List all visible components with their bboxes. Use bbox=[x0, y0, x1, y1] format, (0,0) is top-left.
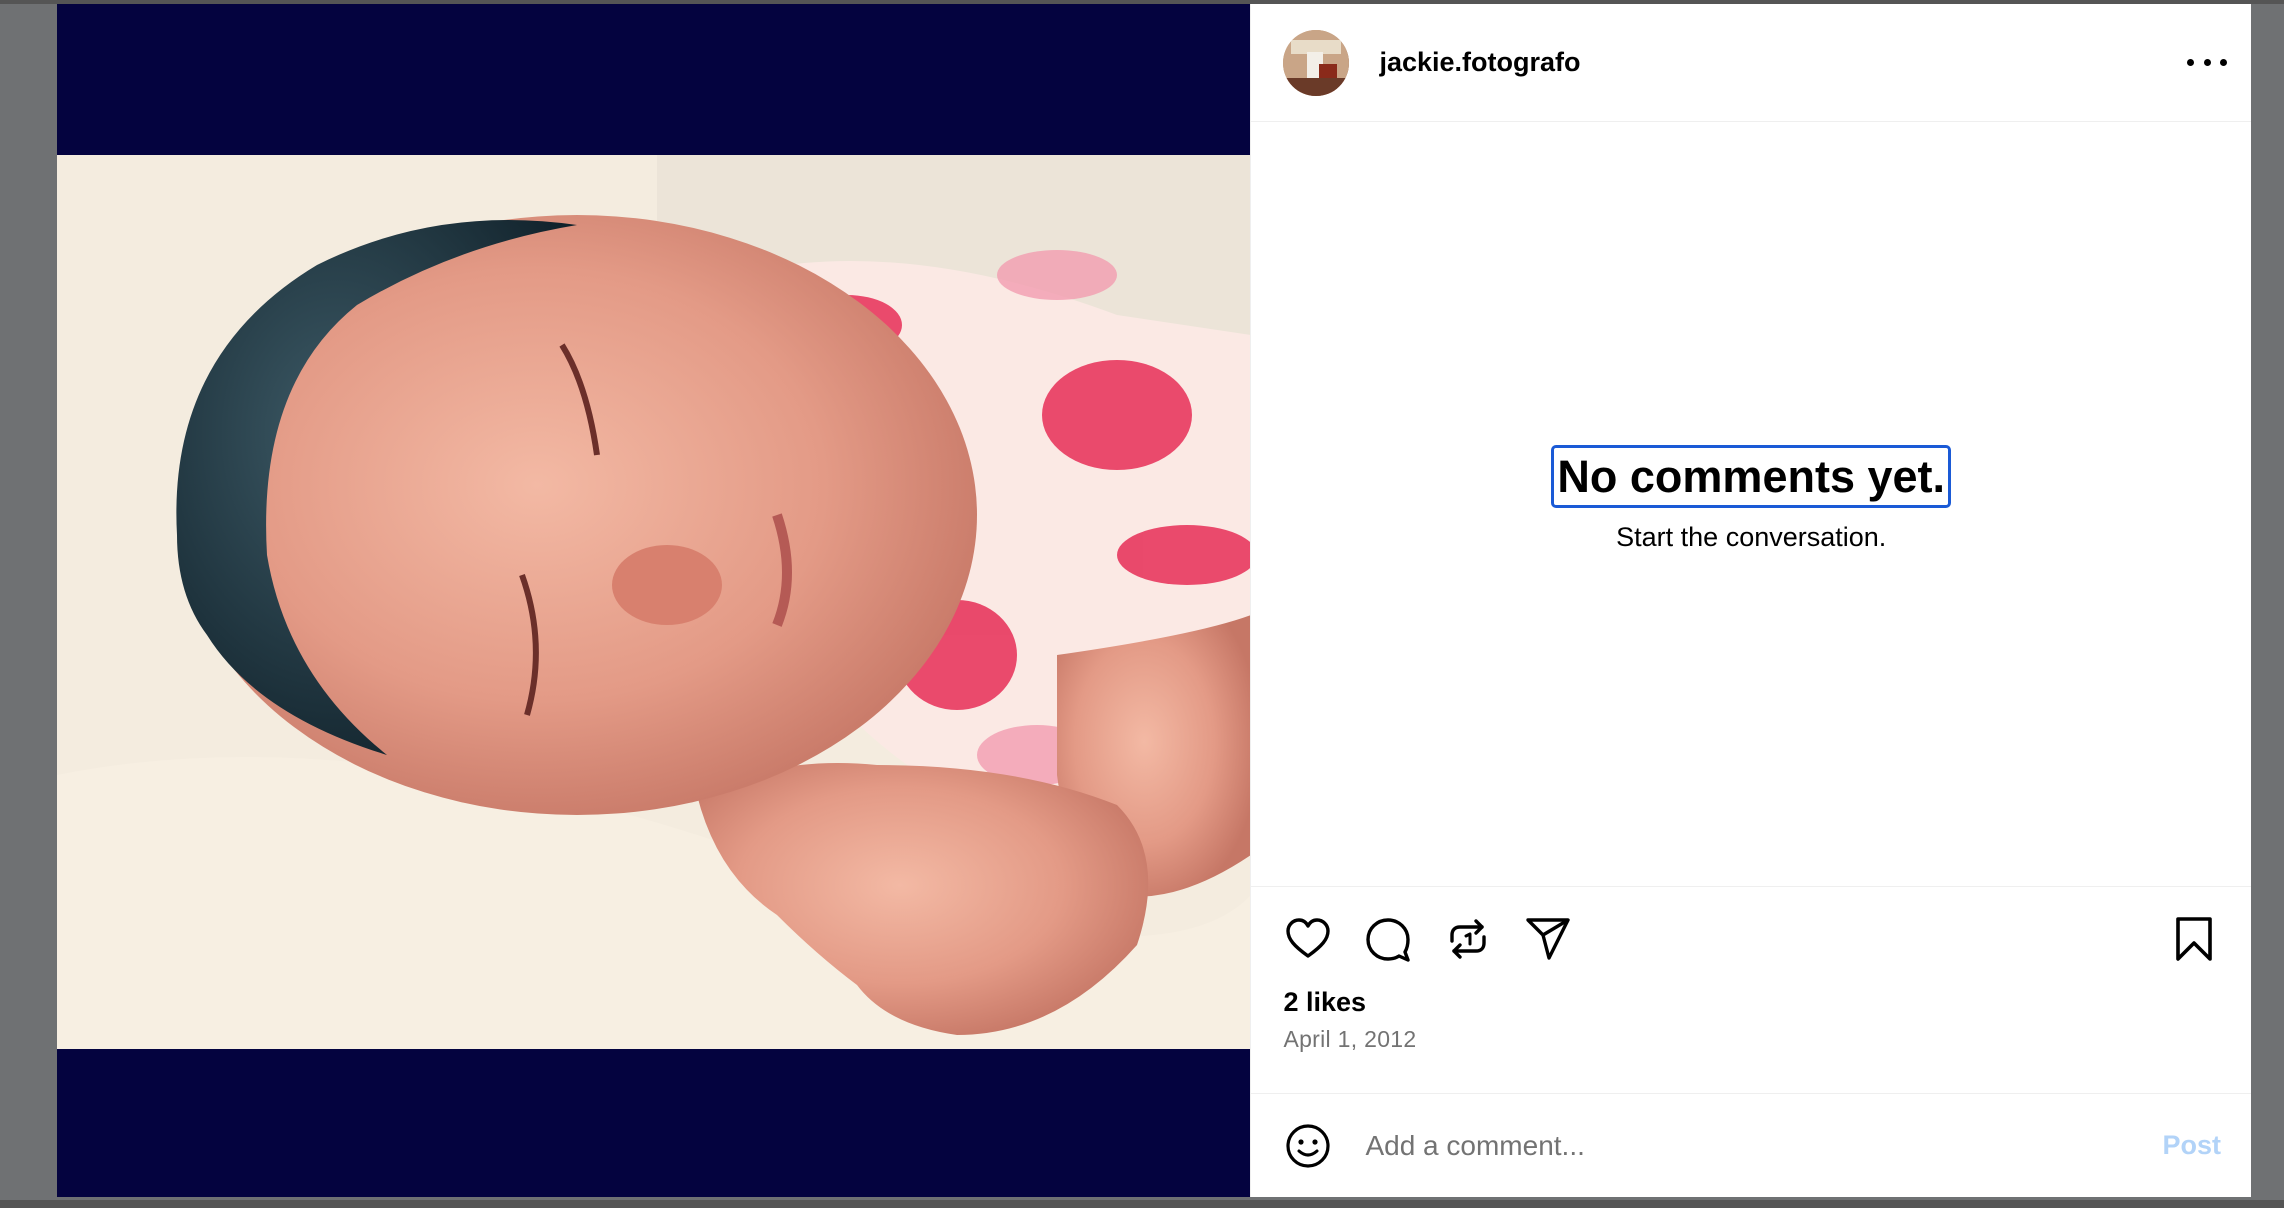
backdrop-bottom bbox=[0, 1200, 2284, 1208]
post-side-panel: jackie.fotografo No comments yet. Start … bbox=[1250, 4, 2251, 1197]
more-options-icon[interactable] bbox=[2187, 53, 2227, 73]
share-icon[interactable] bbox=[1523, 914, 1573, 964]
post-photo bbox=[57, 155, 1251, 1049]
action-row bbox=[1283, 909, 2219, 969]
heart-icon[interactable] bbox=[1283, 914, 1333, 964]
avatar[interactable] bbox=[1283, 29, 1350, 96]
repost-icon[interactable] bbox=[1443, 914, 1493, 964]
more-dot bbox=[2220, 59, 2227, 66]
more-dot bbox=[2203, 59, 2211, 66]
comments-area: No comments yet. Start the conversation. bbox=[1251, 122, 2251, 887]
emoji-icon[interactable] bbox=[1283, 1121, 1333, 1171]
post-media bbox=[57, 4, 1251, 1197]
post-date[interactable]: April 1, 2012 bbox=[1283, 1026, 2219, 1053]
avatar-photo bbox=[1283, 29, 1350, 96]
no-comments-subtitle: Start the conversation. bbox=[1616, 522, 1887, 553]
more-dot bbox=[2187, 59, 2194, 66]
comment-icon[interactable] bbox=[1363, 914, 1413, 964]
post-username[interactable]: jackie.fotografo bbox=[1379, 47, 1580, 78]
no-comments-heading: No comments yet. bbox=[1551, 444, 1952, 509]
bookmark-icon[interactable] bbox=[2169, 914, 2219, 964]
comment-composer: Post bbox=[1251, 1094, 2251, 1197]
post-actions: 2 likes April 1, 2012 bbox=[1251, 887, 2251, 1094]
sleeping-baby-image bbox=[57, 155, 1251, 1049]
comment-input[interactable] bbox=[1363, 1128, 2163, 1163]
post-button[interactable]: Post bbox=[2162, 1130, 2221, 1161]
post-header: jackie.fotografo bbox=[1251, 4, 2251, 122]
likes-count[interactable]: 2 likes bbox=[1283, 987, 2219, 1018]
post-modal: jackie.fotografo No comments yet. Start … bbox=[57, 4, 2251, 1197]
